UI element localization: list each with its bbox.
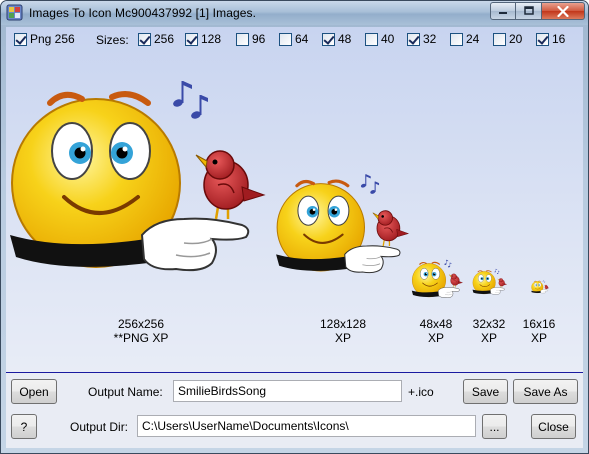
- preview-32-size: 32x32: [472, 317, 506, 331]
- size-32-checkbox[interactable]: 32: [407, 32, 436, 46]
- preview-16-caption: 16x16 XP: [514, 317, 564, 345]
- size-96-label: 96: [252, 32, 266, 46]
- png256-label: Png 256: [30, 32, 75, 46]
- size-96-check[interactable]: [236, 32, 249, 46]
- png256-checkbox[interactable]: Png 256: [14, 32, 75, 46]
- save-button[interactable]: Save: [463, 379, 508, 404]
- minimize-button[interactable]: [490, 2, 516, 20]
- browse-button[interactable]: ...: [482, 414, 507, 439]
- size-128-checkbox[interactable]: 128: [185, 32, 221, 46]
- size-256-label: 256: [154, 32, 175, 46]
- size-20-label: 20: [509, 32, 523, 46]
- png256-check[interactable]: [14, 32, 27, 46]
- minimize-icon: [499, 12, 507, 14]
- help-button[interactable]: ?: [11, 414, 37, 439]
- size-64-checkbox[interactable]: 64: [279, 32, 308, 46]
- open-button[interactable]: Open: [11, 379, 57, 404]
- preview-128-icon: [274, 172, 410, 275]
- preview-256-caption: 256x256 **PNG XP: [101, 317, 181, 345]
- preview-256-icon: [10, 81, 264, 270]
- size-48-label: 48: [338, 32, 352, 46]
- size-128-check[interactable]: [185, 32, 198, 46]
- size-64-check[interactable]: [279, 32, 292, 46]
- size-40-label: 40: [381, 32, 395, 46]
- preview-16-icon: [531, 279, 550, 294]
- size-24-checkbox[interactable]: 24: [450, 32, 479, 46]
- sizes-label: Sizes:: [96, 33, 129, 47]
- size-32-label: 32: [423, 32, 437, 46]
- close-button[interactable]: Close: [531, 414, 576, 439]
- size-96-checkbox[interactable]: 96: [236, 32, 265, 46]
- size-48-checkbox[interactable]: 48: [322, 32, 351, 46]
- output-name-field[interactable]: SmilieBirdsSong: [173, 380, 402, 402]
- preview-48-icon: [411, 259, 464, 299]
- preview-32-icon: [472, 268, 508, 295]
- size-20-checkbox[interactable]: 20: [493, 32, 522, 46]
- size-20-check[interactable]: [493, 32, 506, 46]
- size-64-label: 64: [295, 32, 309, 46]
- size-40-check[interactable]: [365, 32, 378, 46]
- size-24-label: 24: [466, 32, 480, 46]
- size-48-check[interactable]: [322, 32, 335, 46]
- preview-32-format: XP: [480, 331, 497, 345]
- maximize-icon: [523, 6, 534, 15]
- preview-16-size: 16x16: [522, 317, 556, 331]
- title-bar[interactable]: Images To Icon Mc900437992 [1] Images.: [1, 1, 588, 25]
- size-16-checkbox[interactable]: 16: [536, 32, 565, 46]
- output-name-label: Output Name:: [88, 385, 163, 399]
- preview-16-format: XP: [530, 331, 547, 345]
- size-32-check[interactable]: [407, 32, 420, 46]
- size-256-checkbox[interactable]: 256: [138, 32, 174, 46]
- output-dir-field[interactable]: C:\Users\UserName\Documents\Icons\: [137, 415, 476, 437]
- size-16-check[interactable]: [536, 32, 549, 46]
- extension-label: +.ico: [408, 385, 434, 399]
- preview-256-format: **PNG XP: [113, 331, 169, 345]
- preview-32-caption: 32x32 XP: [464, 317, 514, 345]
- output-panel: Open Output Name: SmilieBirdsSong +.ico …: [6, 372, 583, 448]
- app-window: Images To Icon Mc900437992 [1] Images. P…: [0, 0, 589, 454]
- preview-128-size: 128x128: [319, 317, 367, 331]
- size-16-label: 16: [552, 32, 566, 46]
- app-icon[interactable]: [6, 4, 23, 21]
- maximize-button[interactable]: [516, 2, 542, 20]
- preview-256-size: 256x256: [117, 317, 165, 331]
- close-window-button[interactable]: [542, 2, 585, 20]
- preview-48-size: 48x48: [419, 317, 453, 331]
- preview-128-format: XP: [334, 331, 351, 345]
- size-40-checkbox[interactable]: 40: [365, 32, 394, 46]
- size-128-label: 128: [201, 32, 222, 46]
- preview-48-format: XP: [427, 331, 444, 345]
- save-as-button[interactable]: Save As: [513, 379, 578, 404]
- size-256-check[interactable]: [138, 32, 151, 46]
- size-24-check[interactable]: [450, 32, 463, 46]
- client-area: Png 256 Sizes: 256 128 96 64 48 40 32 24…: [6, 27, 583, 448]
- preview-48-caption: 48x48 XP: [411, 317, 461, 345]
- close-icon: [557, 5, 569, 17]
- window-title: Images To Icon Mc900437992 [1] Images.: [29, 6, 257, 20]
- size-options: Png 256 Sizes: 256 128 96 64 48 40 32 24…: [14, 32, 579, 50]
- output-dir-label: Output Dir:: [70, 420, 129, 434]
- preview-128-caption: 128x128 XP: [303, 317, 383, 345]
